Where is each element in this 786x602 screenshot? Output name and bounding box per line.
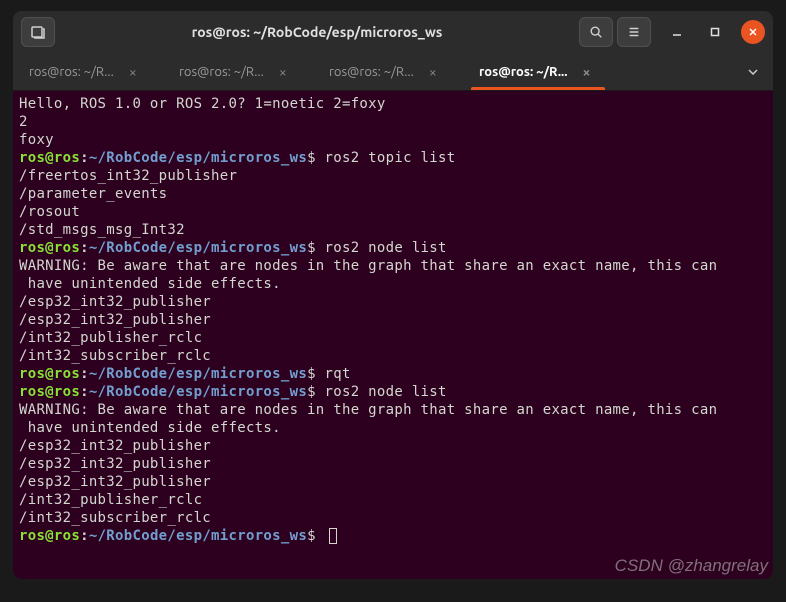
hamburger-menu-button[interactable] [617,17,651,47]
output-text: /int32_subscriber_rclc [19,510,211,526]
terminal-line: /parameter_events [19,185,767,203]
terminal-line: /esp32_int32_publisher [19,455,767,473]
window-title: ros@ros: ~/RobCode/esp/microros_ws [59,24,575,40]
output-text: WARNING: Be aware that are nodes in the … [19,258,717,274]
terminal-line: have unintended side effects. [19,275,767,293]
tab-0[interactable]: ros@ros: ~/R... × [13,53,163,90]
command-text: ros2 topic list [316,150,456,166]
tab-label: ros@ros: ~/R... [179,65,264,79]
terminal-line: 2 [19,113,767,131]
output-text: 2 [19,114,28,130]
prompt-symbol: $ [307,150,316,166]
prompt-user: ros@ros [19,528,80,544]
terminal-line: have unintended side effects. [19,419,767,437]
terminal-line: ros@ros:~/RobCode/esp/microros_ws$ ros2 … [19,149,767,167]
prompt-user: ros@ros [19,384,80,400]
command-text [316,528,325,544]
tab-label: ros@ros: ~/R... [329,65,414,79]
prompt-path: ~/RobCode/esp/microros_ws [89,384,307,400]
output-text: have unintended side effects. [19,420,281,436]
output-text: /esp32_int32_publisher [19,456,211,472]
command-text: ros2 node list [316,240,447,256]
command-text: ros2 node list [316,384,447,400]
prompt-user: ros@ros [19,366,80,382]
output-text: /esp32_int32_publisher [19,474,211,490]
terminal-line: WARNING: Be aware that are nodes in the … [19,257,767,275]
output-text: /freertos_int32_publisher [19,168,237,184]
titlebar: ros@ros: ~/RobCode/esp/microros_ws [13,11,773,53]
prompt-colon: : [80,150,89,166]
prompt-path: ~/RobCode/esp/microros_ws [89,150,307,166]
new-tab-button[interactable] [21,17,55,47]
terminal-line: /esp32_int32_publisher [19,473,767,491]
terminal-window: ros@ros: ~/RobCode/esp/microros_ws [12,10,774,580]
prompt-path: ~/RobCode/esp/microros_ws [89,240,307,256]
output-text: foxy [19,132,54,148]
cursor [329,528,337,544]
terminal-line: /int32_publisher_rclc [19,491,767,509]
prompt-user: ros@ros [19,150,80,166]
prompt-colon: : [80,384,89,400]
prompt-path: ~/RobCode/esp/microros_ws [89,366,307,382]
tab-2[interactable]: ros@ros: ~/R... × [313,53,463,90]
terminal-line: /int32_publisher_rclc [19,329,767,347]
terminal-line: /esp32_int32_publisher [19,293,767,311]
tab-close-icon[interactable]: × [424,63,442,81]
prompt-symbol: $ [307,528,316,544]
tab-close-icon[interactable]: × [274,63,292,81]
terminal-line: /std_msgs_msg_Int32 [19,221,767,239]
output-text: /int32_publisher_rclc [19,492,202,508]
output-text: /esp32_int32_publisher [19,438,211,454]
prompt-user: ros@ros [19,240,80,256]
tab-close-icon[interactable]: × [577,63,595,81]
terminal-line: /rosout [19,203,767,221]
maximize-button[interactable] [703,20,727,44]
terminal-line: /int32_subscriber_rclc [19,509,767,527]
output-text: /rosout [19,204,80,220]
output-text: /parameter_events [19,186,167,202]
command-text: rqt [316,366,351,382]
output-text: /int32_publisher_rclc [19,330,202,346]
terminal-line: /freertos_int32_publisher [19,167,767,185]
output-text: /std_msgs_msg_Int32 [19,222,185,238]
output-text: /int32_subscriber_rclc [19,348,211,364]
tab-close-icon[interactable]: × [124,63,142,81]
terminal-line: Hello, ROS 1.0 or ROS 2.0? 1=noetic 2=fo… [19,95,767,113]
terminal-line: ros@ros:~/RobCode/esp/microros_ws$ rqt [19,365,767,383]
minimize-button[interactable] [665,20,689,44]
terminal-content[interactable]: Hello, ROS 1.0 or ROS 2.0? 1=noetic 2=fo… [13,91,773,579]
terminal-line: WARNING: Be aware that are nodes in the … [19,401,767,419]
scrollbar[interactable] [763,91,773,579]
search-button[interactable] [579,17,613,47]
terminal-line: ros@ros:~/RobCode/esp/microros_ws$ ros2 … [19,239,767,257]
prompt-colon: : [80,240,89,256]
close-button[interactable] [741,20,765,44]
tab-dropdown-button[interactable] [733,53,773,90]
output-text: WARNING: Be aware that are nodes in the … [19,402,717,418]
output-text: /esp32_int32_publisher [19,312,211,328]
terminal-line: ros@ros:~/RobCode/esp/microros_ws$ [19,527,767,545]
tab-label: ros@ros: ~/R... [479,65,567,79]
output-text: have unintended side effects. [19,276,281,292]
terminal-line: /esp32_int32_publisher [19,311,767,329]
terminal-line: ros@ros:~/RobCode/esp/microros_ws$ ros2 … [19,383,767,401]
output-text: /esp32_int32_publisher [19,294,211,310]
window-controls [665,20,765,44]
tab-1[interactable]: ros@ros: ~/R... × [163,53,313,90]
tab-bar: ros@ros: ~/R...×ros@ros: ~/R...×ros@ros:… [13,53,773,91]
prompt-symbol: $ [307,366,316,382]
prompt-colon: : [80,366,89,382]
prompt-symbol: $ [307,240,316,256]
prompt-path: ~/RobCode/esp/microros_ws [89,528,307,544]
prompt-symbol: $ [307,384,316,400]
tab-3[interactable]: ros@ros: ~/R... × [463,53,613,90]
terminal-line: /int32_subscriber_rclc [19,347,767,365]
output-text: Hello, ROS 1.0 or ROS 2.0? 1=noetic 2=fo… [19,96,386,112]
terminal-line: /esp32_int32_publisher [19,437,767,455]
prompt-colon: : [80,528,89,544]
tab-label: ros@ros: ~/R... [29,65,114,79]
terminal-line: foxy [19,131,767,149]
